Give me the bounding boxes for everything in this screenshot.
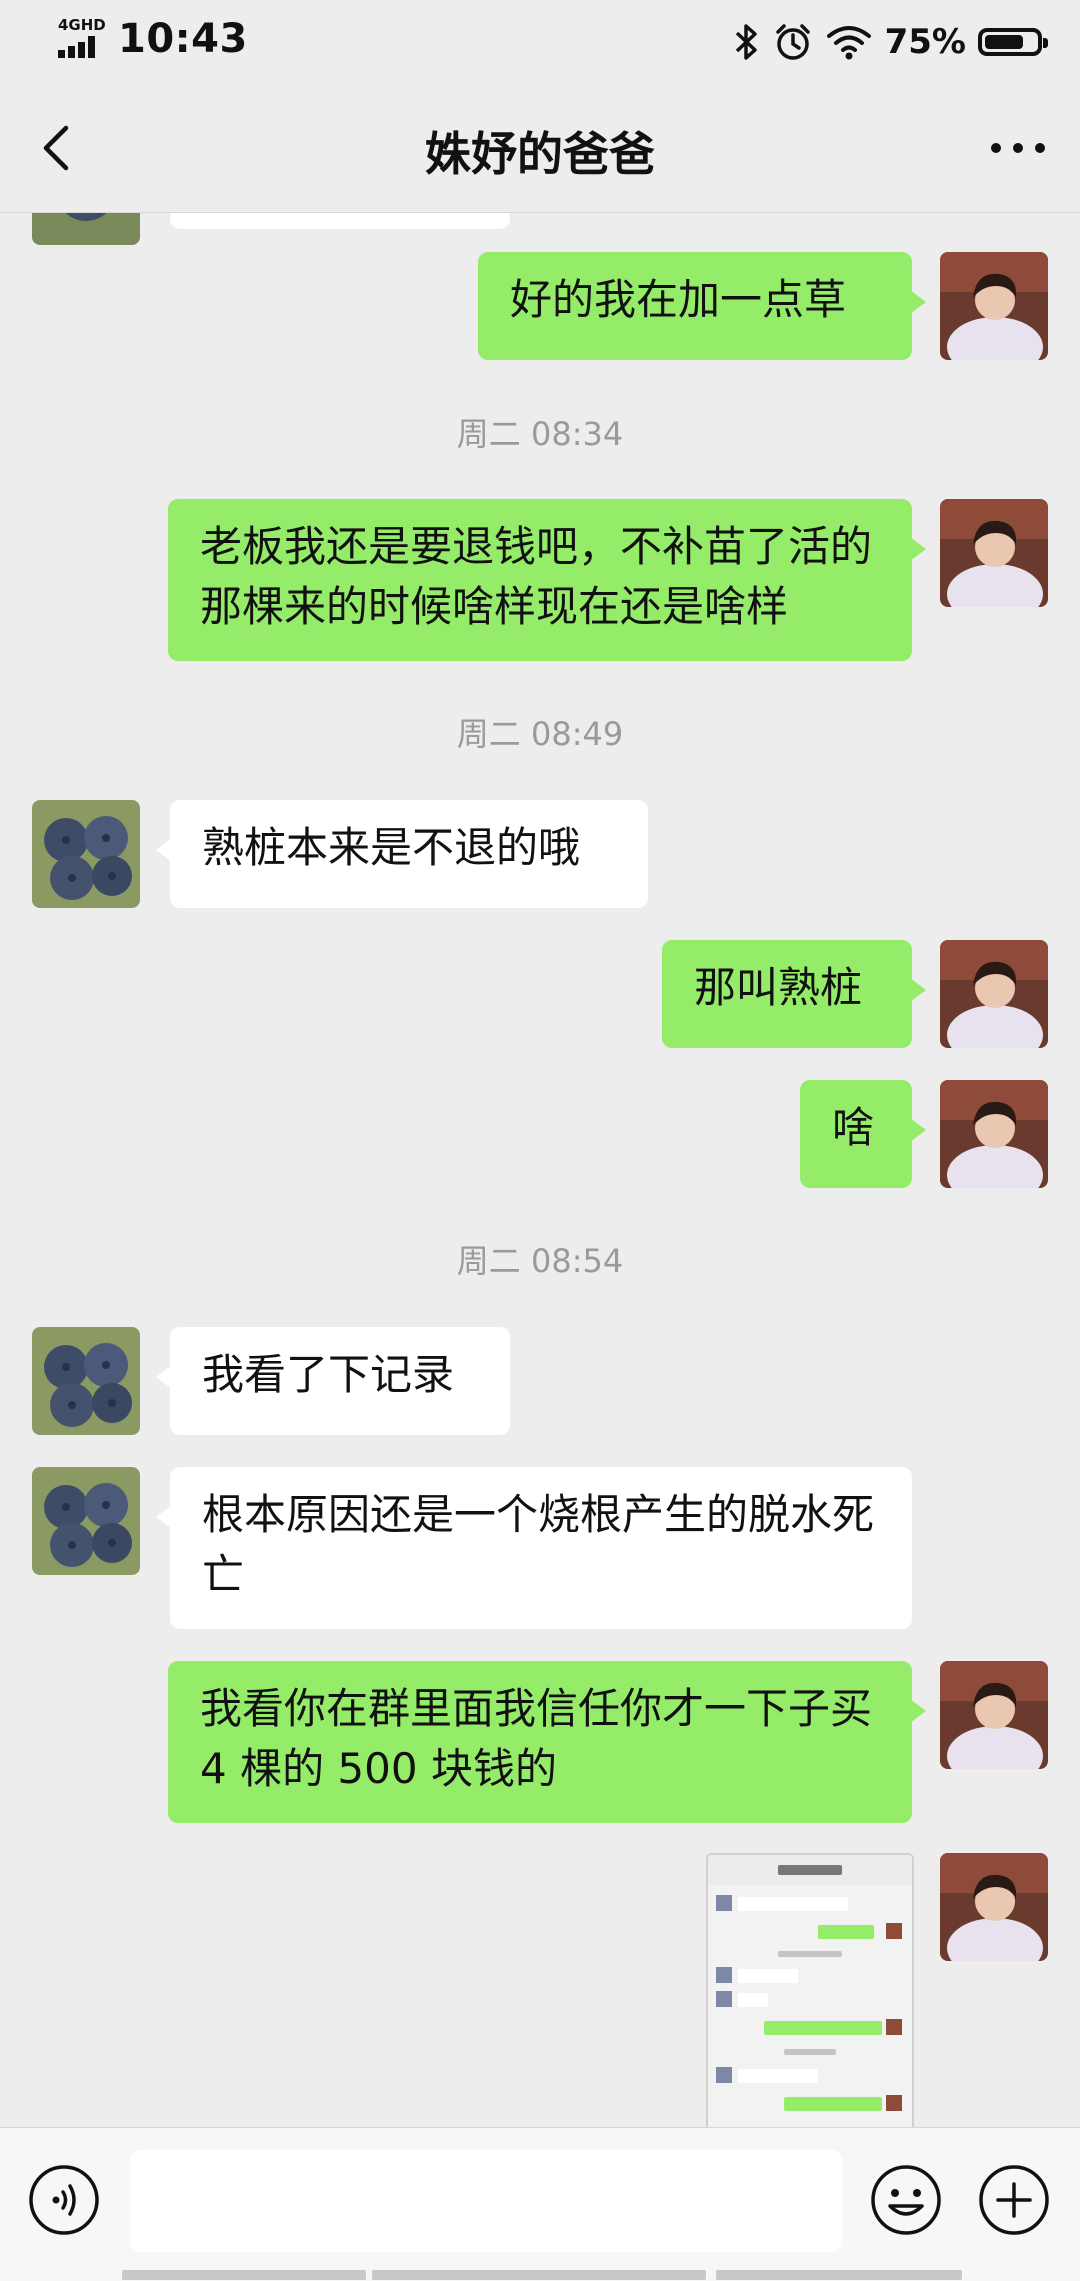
my-avatar[interactable]: [940, 1080, 1048, 1188]
message-bubble-received[interactable]: 根本原因还是一个烧根产生的脱水死亡: [156, 1467, 912, 1629]
my-avatar[interactable]: [940, 940, 1048, 1048]
input-bar: [0, 2127, 1080, 2281]
message-text: 那叫熟桩: [694, 963, 863, 1012]
my-avatar[interactable]: [940, 499, 1048, 607]
message-text: 我看了下记录: [202, 1350, 455, 1399]
message-bubble-received[interactable]: 熟桩本来是不退的哦: [156, 800, 648, 908]
message-bubble-sent[interactable]: 我看你在群里面我信任你才一下子买 4 棵的 500 块钱的: [168, 1661, 926, 1823]
contact-avatar[interactable]: [32, 800, 140, 908]
message-list[interactable]: 好的我在加一点草 周二 08:34 老板我还是要退钱吧，不补苗了活的那棵来的时候…: [0, 213, 1080, 2127]
message-text: 啥: [832, 1103, 875, 1152]
status-bar: 4GHD 10:43 75%: [0, 0, 1080, 84]
chat-title: 姝妤的爸爸: [425, 127, 655, 181]
message-bubble-sent[interactable]: 那叫熟桩: [662, 940, 926, 1048]
battery-icon: [978, 28, 1048, 56]
wifi-icon: [826, 26, 871, 60]
my-avatar[interactable]: [940, 1853, 1048, 1961]
contact-avatar[interactable]: [32, 1327, 140, 1435]
message-text: 老板我还是要退钱吧，不补苗了活的那棵来的时候啥样现在还是啥样: [200, 522, 873, 631]
contact-avatar[interactable]: [32, 1467, 140, 1575]
emoji-icon[interactable]: [870, 2164, 942, 2236]
message-text: 熟桩本来是不退的哦: [202, 823, 581, 872]
contact-avatar[interactable]: [32, 213, 140, 245]
message-text: 好的我在加一点草: [510, 275, 847, 324]
message-text: 我看你在群里面我信任你才一下子买 4 棵的 500 块钱的: [200, 1684, 873, 1793]
message-bubble-received[interactable]: 我看了下记录: [156, 1327, 510, 1435]
message-bubble-sent[interactable]: 老板我还是要退钱吧，不补苗了活的那棵来的时候啥样现在还是啥样: [168, 499, 926, 661]
message-input[interactable]: [130, 2150, 842, 2252]
bluetooth-icon: [735, 24, 757, 60]
message-text: 根本原因还是一个烧根产生的脱水死亡: [202, 1490, 875, 1599]
message-bubble-sent[interactable]: 啥: [800, 1080, 926, 1188]
timestamp: 周二 08:34: [456, 415, 624, 453]
plus-icon[interactable]: [978, 2164, 1050, 2236]
timestamp: 周二 08:49: [456, 715, 624, 753]
battery-percent: 75%: [884, 22, 966, 62]
chat-header: 姝妤的爸爸: [0, 84, 1080, 213]
more-dots-icon[interactable]: [982, 122, 1054, 174]
image-message[interactable]: [706, 1853, 914, 2127]
network-label: 4GHD: [58, 16, 106, 34]
my-avatar[interactable]: [940, 1661, 1048, 1769]
gesture-bar: [0, 2266, 1080, 2280]
message-bubble-partial[interactable]: [170, 213, 510, 229]
my-avatar[interactable]: [940, 252, 1048, 360]
clock: 10:43: [118, 16, 248, 62]
message-bubble-sent[interactable]: 好的我在加一点草: [478, 252, 926, 360]
alarm-icon: [775, 24, 810, 60]
signal-icon: [58, 36, 104, 58]
voice-icon[interactable]: [28, 2164, 100, 2236]
timestamp: 周二 08:54: [456, 1242, 624, 1280]
